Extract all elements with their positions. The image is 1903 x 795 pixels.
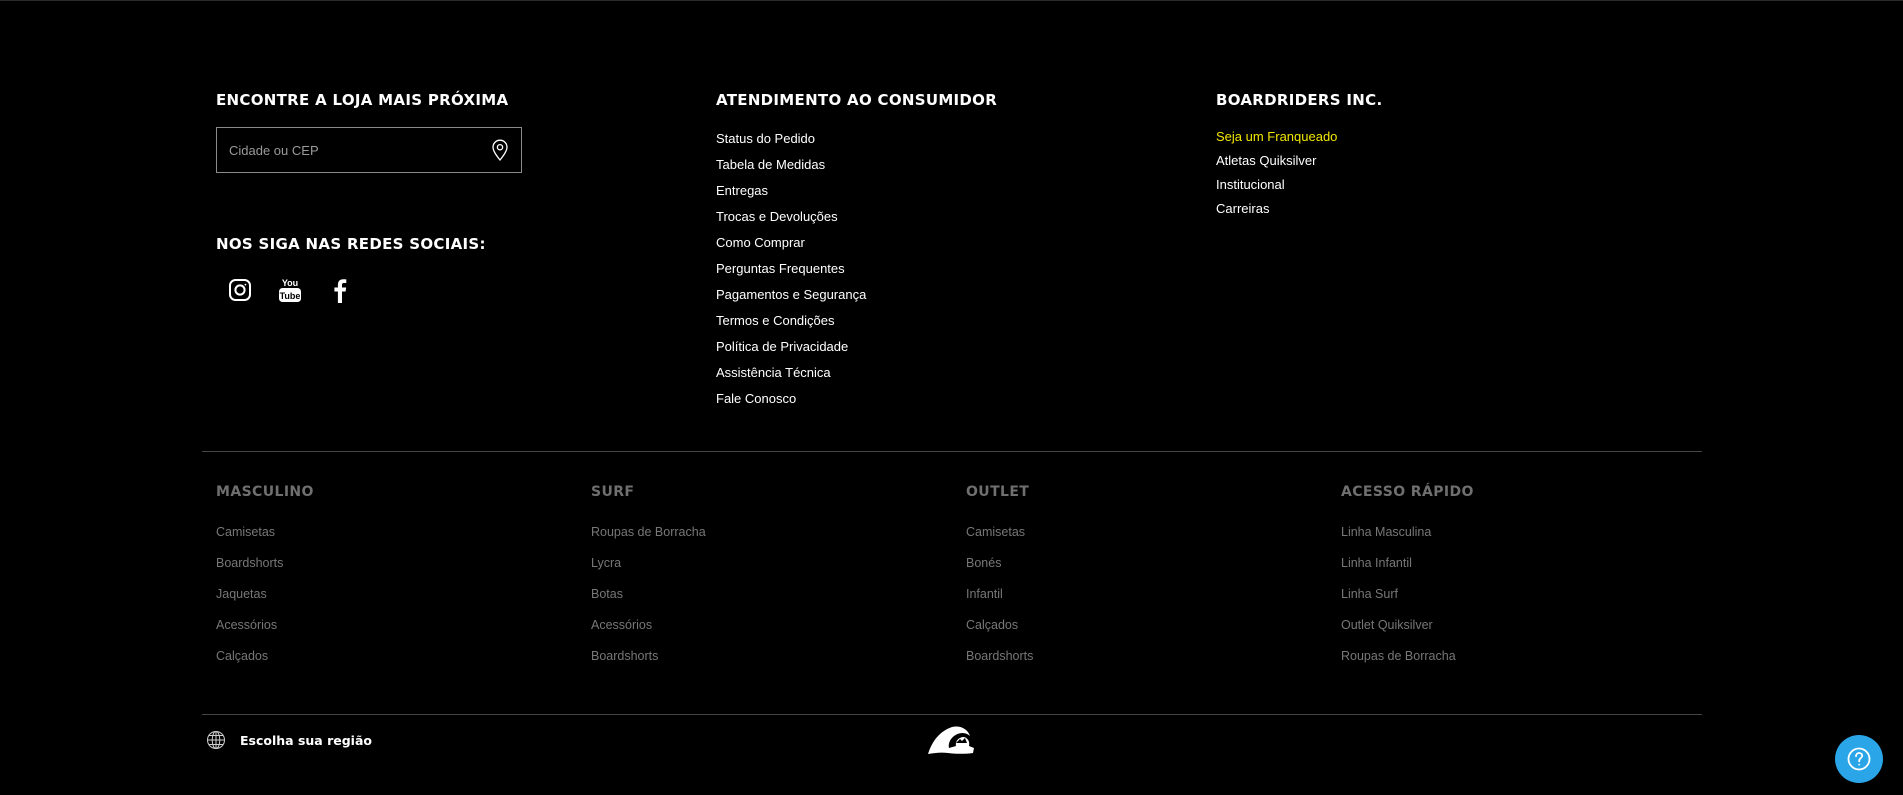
globe-icon xyxy=(207,731,225,749)
list-item[interactable]: Boardshorts xyxy=(216,554,283,585)
list-item[interactable]: Calçados xyxy=(966,616,1033,647)
outlet-title[interactable]: OUTLET xyxy=(966,484,1029,500)
link-politica-privacidade[interactable]: Política de Privacidade xyxy=(716,334,866,360)
store-search-field[interactable] xyxy=(216,127,522,173)
list-item[interactable]: Boardshorts xyxy=(966,647,1033,678)
store-locator-heading: ENCONTRE A LOJA MAIS PRÓXIMA xyxy=(216,91,509,109)
surf-title[interactable]: SURF xyxy=(591,484,634,500)
list-item[interactable]: Camisetas xyxy=(216,523,283,554)
boardriders-heading: BOARDRIDERS INC. xyxy=(1216,91,1383,109)
link-perguntas-frequentes[interactable]: Perguntas Frequentes xyxy=(716,256,866,282)
list-item[interactable]: Linha Infantil xyxy=(1341,554,1456,585)
list-item[interactable]: Camisetas xyxy=(966,523,1033,554)
divider-top xyxy=(202,451,1702,452)
acesso-rapido-list: Linha Masculina Linha Infantil Linha Sur… xyxy=(1341,523,1456,678)
list-item[interactable]: Acessórios xyxy=(216,616,283,647)
list-item[interactable]: Linha Surf xyxy=(1341,585,1456,616)
link-trocas-devolucoes[interactable]: Trocas e Devoluções xyxy=(716,204,866,230)
link-status-pedido[interactable]: Status do Pedido xyxy=(716,126,866,152)
customer-service-heading: ATENDIMENTO AO CONSUMIDOR xyxy=(716,91,998,109)
link-seja-franqueado[interactable]: Seja um Franqueado xyxy=(1216,125,1337,149)
link-termos-condicoes[interactable]: Termos e Condições xyxy=(716,308,866,334)
link-institucional[interactable]: Institucional xyxy=(1216,173,1337,197)
list-item[interactable]: Infantil xyxy=(966,585,1033,616)
list-item[interactable]: Roupas de Borracha xyxy=(1341,647,1456,678)
list-item[interactable]: Bonés xyxy=(966,554,1033,585)
outlet-list: Camisetas Bonés Infantil Calçados Boards… xyxy=(966,523,1033,678)
list-item[interactable]: Botas xyxy=(591,585,706,616)
link-carreiras[interactable]: Carreiras xyxy=(1216,197,1337,221)
help-icon xyxy=(1847,747,1871,771)
link-atletas-quiksilver[interactable]: Atletas Quiksilver xyxy=(1216,149,1337,173)
list-item[interactable]: Calçados xyxy=(216,647,283,678)
list-item[interactable]: Boardshorts xyxy=(591,647,706,678)
list-item[interactable]: Roupas de Borracha xyxy=(591,523,706,554)
city-cep-input[interactable] xyxy=(229,142,491,158)
divider-bottom xyxy=(202,714,1702,715)
link-como-comprar[interactable]: Como Comprar xyxy=(716,230,866,256)
map-pin-icon[interactable] xyxy=(491,139,509,161)
list-item[interactable]: Acessórios xyxy=(591,616,706,647)
masculino-list: Camisetas Boardshorts Jaquetas Acessório… xyxy=(216,523,283,678)
masculino-title[interactable]: MASCULINO xyxy=(216,484,314,500)
link-entregas[interactable]: Entregas xyxy=(716,178,866,204)
help-button[interactable] xyxy=(1835,735,1883,783)
link-fale-conosco[interactable]: Fale Conosco xyxy=(716,386,866,412)
link-pagamentos-seguranca[interactable]: Pagamentos e Segurança xyxy=(716,282,866,308)
list-item[interactable]: Outlet Quiksilver xyxy=(1341,616,1456,647)
link-assistencia-tecnica[interactable]: Assistência Técnica xyxy=(716,360,866,386)
facebook-icon[interactable] xyxy=(328,275,352,305)
social-links: You Tube xyxy=(228,275,352,305)
svg-text:You: You xyxy=(282,278,298,288)
customer-service-links: Status do Pedido Tabela de Medidas Entre… xyxy=(716,126,866,412)
footer: ENCONTRE A LOJA MAIS PRÓXIMA NOS SIGA NA… xyxy=(0,0,1903,795)
list-item[interactable]: Linha Masculina xyxy=(1341,523,1456,554)
region-label[interactable]: Escolha sua região xyxy=(240,733,372,748)
youtube-icon[interactable]: You Tube xyxy=(278,275,302,305)
instagram-icon[interactable] xyxy=(228,275,252,305)
region-selector[interactable]: Escolha sua região xyxy=(206,730,372,750)
acesso-rapido-title[interactable]: ACESSO RÁPIDO xyxy=(1341,484,1474,500)
social-heading: NOS SIGA NAS REDES SOCIAIS: xyxy=(216,235,486,253)
svg-text:Tube: Tube xyxy=(280,291,301,301)
link-tabela-medidas[interactable]: Tabela de Medidas xyxy=(716,152,866,178)
boardriders-links: Seja um Franqueado Atletas Quiksilver In… xyxy=(1216,125,1337,221)
list-item[interactable]: Lycra xyxy=(591,554,706,585)
quiksilver-logo[interactable] xyxy=(926,723,976,757)
surf-list: Roupas de Borracha Lycra Botas Acessório… xyxy=(591,523,706,678)
list-item[interactable]: Jaquetas xyxy=(216,585,283,616)
